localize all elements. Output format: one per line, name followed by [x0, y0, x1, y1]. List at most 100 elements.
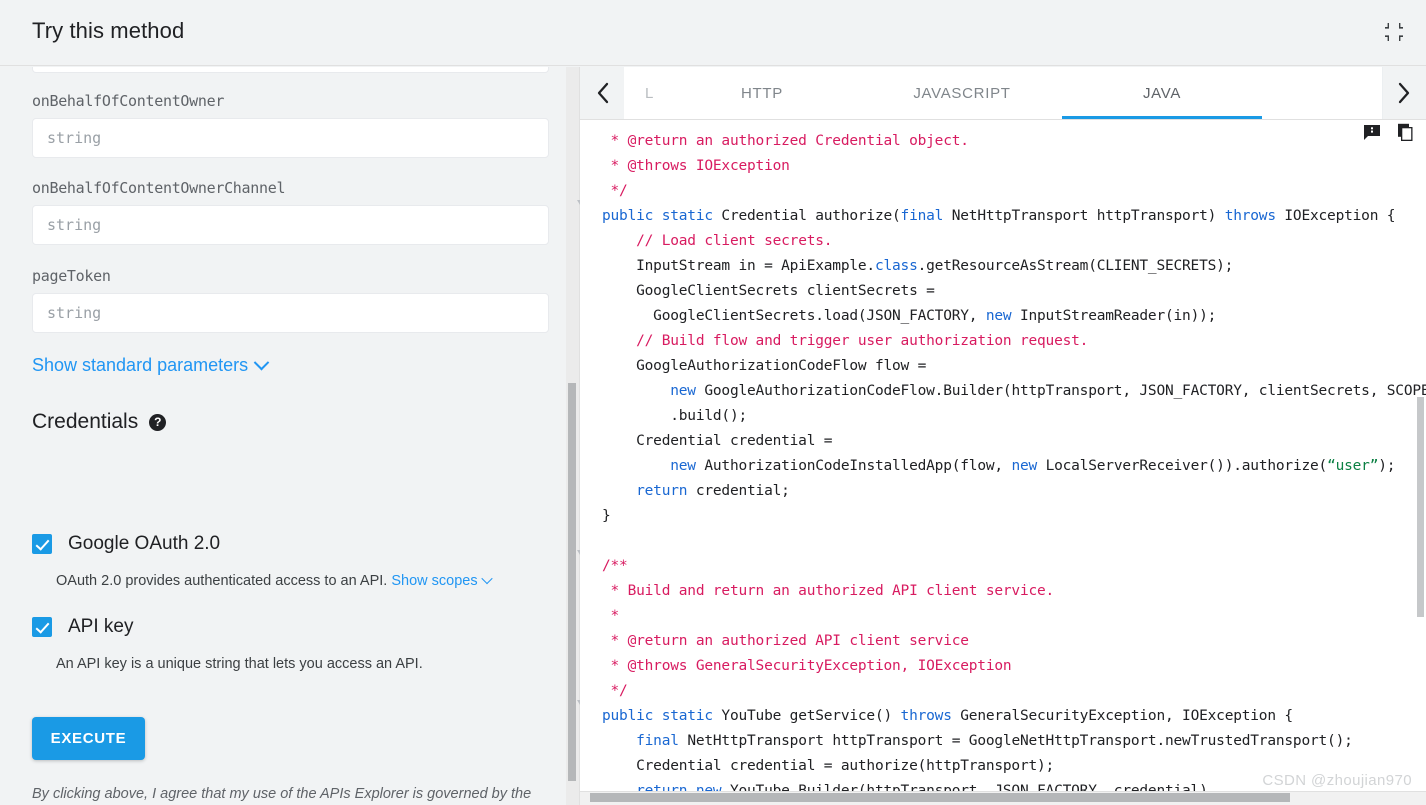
code-line: } — [602, 504, 1426, 529]
credential-description-text: OAuth 2.0 provides authenticated access … — [56, 573, 388, 589]
api-explorer-try-this-method-panel: Try this method onBehalfOfContentOwner o… — [0, 0, 1426, 805]
code-line: * — [602, 604, 1426, 629]
code-line: .build(); — [602, 404, 1426, 429]
parameter-input-onbehalfofcontentownerchannel[interactable] — [32, 205, 549, 245]
code-line: public static Credential authorize(final… — [602, 204, 1426, 229]
code-token: InputStreamReader(in)); — [1019, 308, 1217, 324]
code-line: final NetHttpTransport httpTransport = G… — [602, 729, 1426, 754]
code-token: IOException { — [1284, 208, 1396, 224]
request-form-panel: onBehalfOfContentOwner onBehalfOfContent… — [0, 67, 568, 805]
code-samples-panel: L HTTP JAVASCRIPT JAVA * @return an auth… — [580, 67, 1426, 805]
checkbox-google-oauth[interactable] — [32, 534, 52, 554]
credential-option-google-oauth[interactable]: Google OAuth 2.0 — [32, 533, 220, 555]
tab-javascript[interactable]: JAVASCRIPT — [862, 67, 1062, 119]
code-token: // Load client secrets. — [636, 233, 833, 249]
code-token: “user” — [1327, 458, 1379, 474]
credential-label: Google OAuth 2.0 — [68, 533, 221, 554]
code-token: new — [1011, 458, 1046, 474]
code-token: new — [670, 383, 705, 399]
language-tabbar: L HTTP JAVASCRIPT JAVA — [580, 67, 1426, 120]
code-token: } — [602, 508, 611, 524]
code-token: AuthorizationCodeInstalledApp(flow, — [704, 458, 1012, 474]
code-line: new AuthorizationCodeInstalledApp(flow, … — [602, 454, 1426, 479]
chevron-down-icon[interactable] — [480, 572, 493, 585]
terms-disclaimer: By clicking above, I agree that my use o… — [32, 783, 552, 805]
code-token: * @return an authorized Credential objec… — [602, 133, 969, 149]
credentials-title: Credentials — [32, 410, 139, 433]
execute-button[interactable]: EXECUTE — [32, 717, 145, 760]
chevron-right-icon[interactable] — [1382, 67, 1426, 119]
code-token: public static — [602, 208, 722, 224]
credential-description-text: An API key is a unique string that lets … — [56, 656, 423, 672]
code-token: throws — [1224, 208, 1285, 224]
parameter-label: onBehalfOfContentOwner — [32, 92, 225, 110]
code-token: new — [670, 458, 705, 474]
code-line: * @throws IOException — [602, 154, 1426, 179]
page-title: Try this method — [32, 18, 185, 43]
code-line: Credential credential = authorize(httpTr… — [602, 754, 1426, 779]
code-line: * Build and return an authorized API cli… — [602, 579, 1426, 604]
code-line: Credential credential = — [602, 429, 1426, 454]
collapse-icon[interactable] — [1374, 12, 1414, 52]
code-line: GoogleClientSecrets clientSecrets = — [602, 279, 1426, 304]
code-block-java[interactable]: * @return an authorized Credential objec… — [580, 121, 1426, 793]
tab-java[interactable]: JAVA — [1062, 67, 1262, 119]
checkbox-api-key[interactable] — [32, 617, 52, 637]
code-token: NetHttpTransport httpTransport) — [951, 208, 1225, 224]
language-tabs: L HTTP JAVASCRIPT JAVA — [624, 67, 1382, 119]
code-token: InputStream in = ApiExample. — [602, 258, 875, 274]
code-token: GoogleClientSecrets clientSecrets = — [602, 283, 935, 299]
code-token: // Build flow and trigger user authoriza… — [636, 333, 1089, 349]
parameter-label: onBehalfOfContentOwnerChannel — [32, 179, 286, 197]
help-icon[interactable]: ? — [149, 413, 167, 431]
code-token: public static — [602, 708, 722, 724]
code-vertical-scrollbar-thumb[interactable] — [1417, 397, 1424, 617]
code-horizontal-scrollbar-track[interactable] — [580, 791, 1426, 805]
code-line: GoogleAuthorizationCodeFlow flow = — [602, 354, 1426, 379]
tab-http[interactable]: HTTP — [662, 67, 862, 119]
credential-label: API key — [68, 616, 134, 637]
code-token: GoogleAuthorizationCodeFlow flow = — [602, 358, 927, 374]
code-line: */ — [602, 179, 1426, 204]
parameter-input-onbehalfofcontentowner[interactable] — [32, 118, 549, 158]
credential-description-api-key: An API key is a unique string that lets … — [56, 656, 423, 672]
code-token: */ — [602, 683, 628, 699]
code-line: new GoogleAuthorizationCodeFlow.Builder(… — [602, 379, 1426, 404]
code-token: */ — [602, 183, 628, 199]
code-horizontal-scrollbar-thumb[interactable] — [590, 793, 1290, 802]
code-token: final — [900, 208, 952, 224]
show-scopes-link[interactable]: Show scopes — [391, 573, 477, 589]
code-line: InputStream in = ApiExample.class.getRes… — [602, 254, 1426, 279]
credential-description-google-oauth: OAuth 2.0 provides authenticated access … — [56, 572, 493, 589]
show-standard-parameters-label: Show standard parameters — [32, 355, 249, 375]
code-token: LocalServerReceiver()).authorize( — [1045, 458, 1328, 474]
credentials-heading: Credentials ? — [32, 410, 167, 434]
code-token: class — [874, 258, 918, 274]
credential-option-api-key[interactable]: API key — [32, 616, 133, 638]
feedback-bubble-icon[interactable] — [1363, 124, 1381, 142]
copy-icon[interactable] — [1395, 123, 1414, 142]
previous-parameter-field-clipped[interactable] — [32, 67, 549, 73]
show-standard-parameters-toggle[interactable]: Show standard parameters — [32, 354, 270, 376]
code-token: * — [602, 608, 620, 624]
code-token: throws — [900, 708, 961, 724]
code-token: .getResourceAsStream(CLIENT_SECRETS); — [917, 258, 1234, 274]
code-token: credential; — [695, 483, 790, 499]
chevron-left-icon[interactable] — [580, 67, 624, 119]
parameter-input-pagetoken[interactable] — [32, 293, 549, 333]
parameter-group-onbehalfofcontentownerchannel: onBehalfOfContentOwnerChannel — [32, 179, 549, 245]
tab-curl-partial[interactable]: L — [624, 67, 662, 119]
code-line: */ — [602, 679, 1426, 704]
code-token: final — [636, 733, 688, 749]
code-token: * @throws GeneralSecurityException, IOEx… — [602, 658, 1012, 674]
code-token: GoogleAuthorizationCodeFlow.Builder(http… — [704, 383, 1426, 399]
code-line: /** — [602, 554, 1426, 579]
code-token: YouTube getService() — [721, 708, 901, 724]
left-panel-scrollbar-thumb[interactable] — [568, 383, 576, 781]
